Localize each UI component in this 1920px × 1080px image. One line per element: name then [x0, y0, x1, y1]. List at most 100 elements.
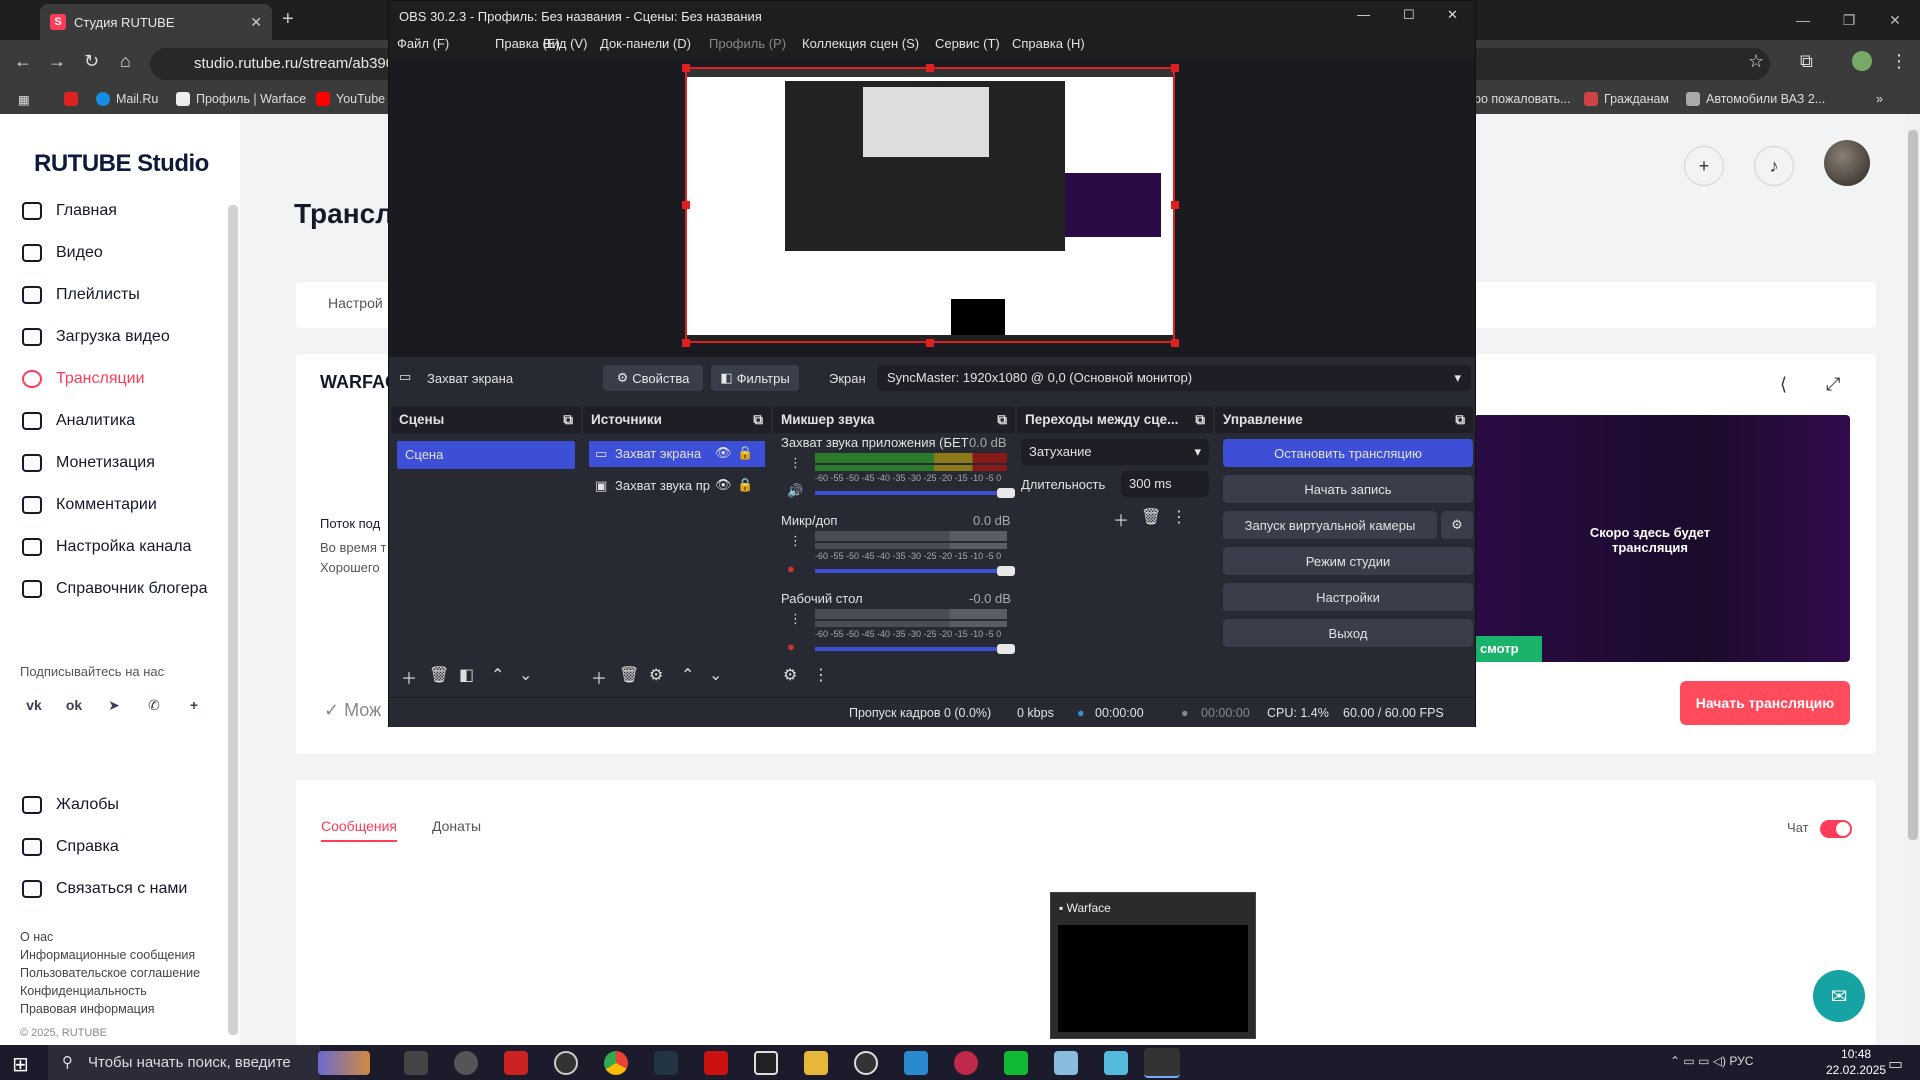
rutube-logo[interactable]: RUTUBE Studio	[34, 150, 209, 178]
bookmark-welcome[interactable]: ро пожаловать...	[1474, 92, 1571, 106]
move-up-icon[interactable]: ⌃	[681, 665, 694, 685]
resize-handle[interactable]	[1171, 64, 1179, 72]
obs-close-icon[interactable]: ✕	[1447, 7, 1458, 23]
nav-channel-settings[interactable]: Настройка канала	[22, 538, 191, 556]
move-down-icon[interactable]: ⌄	[519, 665, 532, 685]
nav-blogger-guide[interactable]: Справочник блогера	[22, 580, 207, 598]
scene-item[interactable]: Сцена	[397, 441, 575, 469]
channel-menu-icon[interactable]: ⋮	[789, 533, 802, 549]
restore-icon[interactable]: ❐	[1826, 0, 1872, 40]
nav-videos[interactable]: Видео	[22, 244, 103, 262]
taskbar-thumbnail[interactable]: ▪ Warface	[1050, 892, 1256, 1039]
add-source-icon[interactable]: ＋	[591, 665, 607, 689]
bell-icon[interactable]: ♪	[1754, 146, 1794, 186]
volume-slider[interactable]	[815, 569, 1007, 573]
undock-icon[interactable]: ⧉	[1195, 412, 1205, 428]
ok-icon[interactable]: ok	[62, 697, 86, 721]
settings-button[interactable]: Настройки	[1223, 583, 1473, 611]
menu-tools[interactable]: Сервис (T)	[935, 36, 1000, 51]
audio-settings-icon[interactable]: ⚙	[783, 665, 797, 685]
resize-handle[interactable]	[1171, 201, 1179, 209]
sidebar-scrollbar[interactable]	[228, 205, 238, 1035]
mixer-menu-icon[interactable]: ⋮	[813, 665, 829, 685]
avatar[interactable]	[1824, 140, 1870, 186]
move-up-icon[interactable]: ⌃	[491, 665, 504, 685]
nav-playlists[interactable]: Плейлисты	[22, 286, 140, 304]
obs-preview-screen[interactable]	[685, 67, 1175, 343]
nav-help[interactable]: Справка	[22, 838, 119, 856]
more-social-icon[interactable]: +	[182, 697, 206, 721]
profile-icon[interactable]	[1852, 51, 1872, 71]
bookmark-star-icon[interactable]: ☆	[1748, 51, 1764, 72]
app-icon[interactable]	[654, 1051, 678, 1075]
calculator-icon[interactable]	[1104, 1051, 1128, 1075]
extensions-icon[interactable]: ⧉	[1800, 51, 1813, 72]
menu-docks[interactable]: Док-панели (D)	[600, 36, 691, 51]
bookmark-vaz[interactable]: Автомобили ВАЗ 2...	[1686, 92, 1825, 106]
studio-mode-button[interactable]: Режим студии	[1223, 547, 1473, 575]
undock-icon[interactable]: ⧉	[563, 412, 573, 428]
menu-help[interactable]: Справка (H)	[1012, 36, 1085, 51]
rockstar-icon[interactable]	[754, 1051, 778, 1075]
new-tab-icon[interactable]: +	[282, 8, 294, 31]
menu-file[interactable]: Файл (F)	[397, 36, 449, 51]
nav-streams[interactable]: Трансляции	[22, 370, 145, 388]
chat-toggle[interactable]	[1820, 820, 1852, 838]
bookmark-youtube[interactable]: YouTube	[316, 92, 385, 106]
watch-button[interactable]: смотр	[1474, 636, 1542, 662]
obs-app-icon[interactable]	[554, 1051, 578, 1075]
explorer-icon[interactable]	[804, 1051, 828, 1075]
nav-upload[interactable]: Загрузка видео	[22, 328, 170, 346]
footer-agreement[interactable]: Пользовательское соглашение	[20, 966, 200, 980]
start-recording-button[interactable]: Начать запись	[1223, 475, 1473, 503]
volume-slider[interactable]	[815, 491, 1007, 495]
share-icon[interactable]: ⟨	[1780, 374, 1787, 395]
remove-transition-icon[interactable]: 🗑	[1141, 507, 1161, 527]
apps-icon[interactable]: ▦	[18, 92, 30, 107]
game-center-icon[interactable]	[704, 1051, 728, 1075]
transition-select[interactable]: Затухание ▾	[1021, 439, 1209, 465]
reload-icon[interactable]: ↻	[84, 51, 99, 72]
resize-handle[interactable]	[682, 201, 690, 209]
task-view-icon[interactable]	[404, 1051, 428, 1075]
muted-mic-icon[interactable]: ●	[787, 561, 795, 576]
clock[interactable]: 10:48 22.02.2025	[1826, 1046, 1886, 1078]
nav-contact[interactable]: Связаться с нами	[22, 880, 187, 898]
virtual-camera-button[interactable]: Запуск виртуальной камеры	[1223, 511, 1437, 539]
app-icon[interactable]	[904, 1051, 928, 1075]
back-icon[interactable]: ←	[14, 51, 32, 72]
volume-knob[interactable]	[997, 566, 1015, 576]
undock-icon[interactable]: ⧉	[1455, 412, 1465, 428]
bookmark-f[interactable]	[64, 92, 78, 106]
footer-privacy[interactable]: Конфиденциальность	[20, 984, 147, 998]
stop-stream-button[interactable]: Остановить трансляцию	[1223, 439, 1473, 467]
obs-minimize-icon[interactable]: —	[1357, 7, 1370, 22]
remove-source-icon[interactable]: 🗑	[619, 665, 639, 685]
undock-icon[interactable]: ⧉	[753, 412, 763, 428]
app-icon[interactable]	[504, 1051, 528, 1075]
transition-menu-icon[interactable]: ⋮	[1171, 507, 1187, 527]
forward-icon[interactable]: →	[48, 51, 66, 72]
scene-filters-icon[interactable]: ◧	[459, 665, 474, 685]
monitor-select[interactable]: SyncMaster: 1920x1080 @ 0,0 (Основной мо…	[877, 365, 1471, 391]
page-scrollbar-thumb[interactable]	[1908, 130, 1918, 840]
menu-profile[interactable]: Профиль (P)	[709, 36, 786, 51]
channel-menu-icon[interactable]: ⋮	[789, 611, 802, 627]
nav-comments[interactable]: Комментарии	[22, 496, 157, 514]
more-bookmarks-icon[interactable]: »	[1876, 92, 1883, 106]
properties-button[interactable]: ⚙ Свойства	[603, 365, 703, 391]
resize-handle[interactable]	[682, 64, 690, 72]
app-icon[interactable]	[954, 1051, 978, 1075]
resize-handle[interactable]	[926, 339, 934, 347]
browser-tab[interactable]: S Студия RUTUBE ✕	[40, 4, 272, 40]
filters-button[interactable]: ◧ Фильтры	[711, 365, 799, 391]
system-tray[interactable]: ⌃ ▭ ▭ ◁) РУС	[1670, 1054, 1753, 1068]
upload-plus-icon[interactable]: +	[1684, 146, 1724, 186]
lock-icon[interactable]: 🔒	[737, 445, 753, 461]
nav-complaints[interactable]: Жалобы	[22, 796, 119, 814]
volume-slider[interactable]	[815, 647, 1007, 651]
muted-speaker-icon[interactable]: ●	[787, 639, 795, 654]
menu-icon[interactable]: ⋮	[1890, 51, 1908, 72]
resize-handle[interactable]	[1171, 339, 1179, 347]
footer-about[interactable]: О нас	[20, 930, 53, 944]
